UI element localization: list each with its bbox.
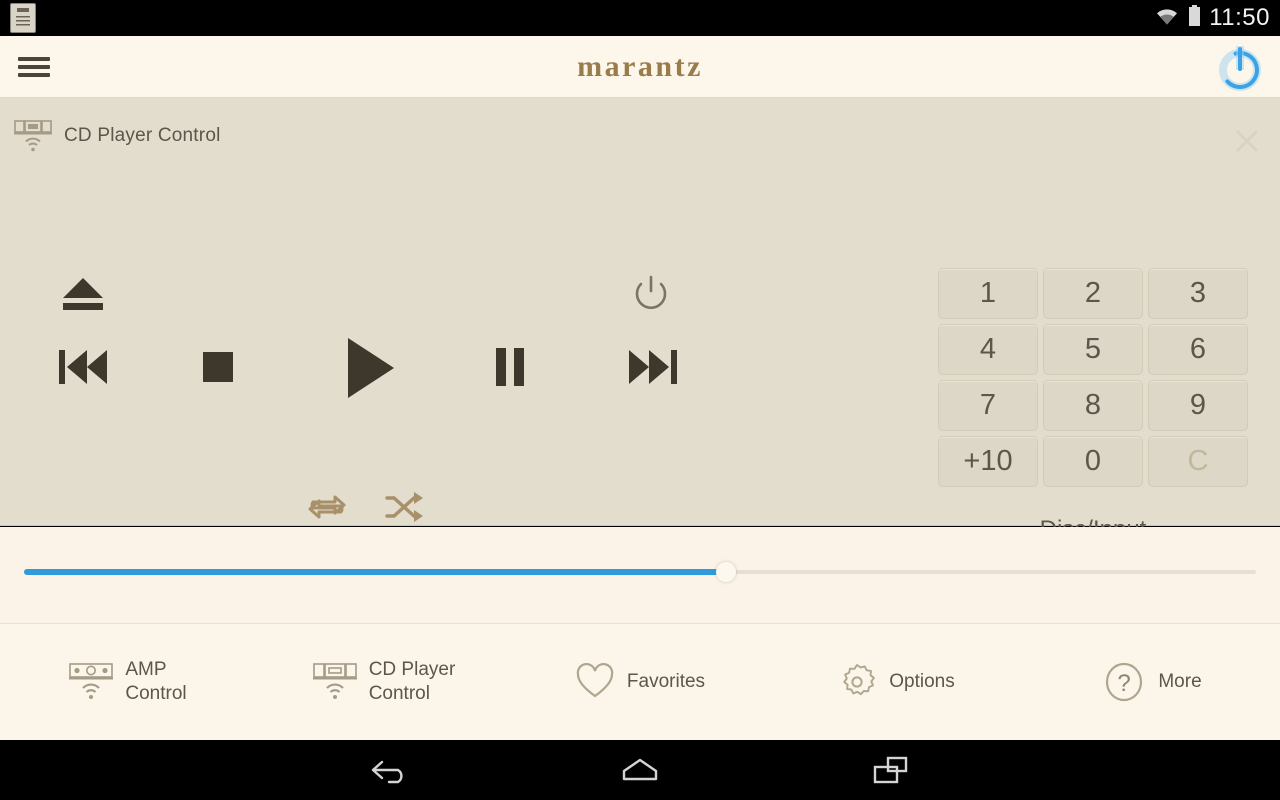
key-0[interactable]: 0 <box>1043 436 1143 487</box>
key-2[interactable]: 2 <box>1043 268 1143 319</box>
key-5[interactable]: 5 <box>1043 324 1143 375</box>
cd-player-control-panel: CD Player Control 1 2 3 4 5 6 7 8 9 +10 … <box>0 98 1280 543</box>
nav-amp-control-label: AMP Control <box>125 659 187 704</box>
close-icon[interactable] <box>1230 124 1264 158</box>
nav-more-label: More <box>1158 671 1202 693</box>
key-1[interactable]: 1 <box>938 268 1038 319</box>
slider-fill <box>24 569 727 575</box>
device-screen: 11:50 marantz CD Player Control 1 2 3 4 … <box>0 0 1280 800</box>
power-icon[interactable] <box>1214 42 1266 94</box>
eject-button[interactable] <box>55 272 111 319</box>
page-title: CD Player Control <box>64 125 221 146</box>
status-bar-right: 11:50 <box>1154 4 1280 32</box>
key-6[interactable]: 6 <box>1148 324 1248 375</box>
key-plus-10[interactable]: +10 <box>938 436 1038 487</box>
nav-favorites[interactable]: Favorites <box>512 624 768 740</box>
brand-logo: marantz <box>577 49 703 83</box>
key-9[interactable]: 9 <box>1148 380 1248 431</box>
numeric-keypad: 1 2 3 4 5 6 7 8 9 +10 0 C <box>938 268 1248 487</box>
battery-icon <box>1188 4 1201 32</box>
stop-button[interactable] <box>200 349 236 390</box>
key-clear: C <box>1148 436 1248 487</box>
key-3[interactable]: 3 <box>1148 268 1248 319</box>
recent-apps-icon[interactable] <box>855 747 925 793</box>
pause-button[interactable] <box>490 344 530 395</box>
volume-slider-section: — + <box>0 527 1280 624</box>
nav-favorites-label: Favorites <box>626 671 706 693</box>
android-status-bar: 11:50 <box>0 0 1280 36</box>
heart-icon <box>575 663 615 701</box>
amp-wifi-icon <box>69 662 114 702</box>
cd-player-wifi-icon <box>14 119 52 153</box>
question-circle-icon: ? <box>1102 660 1146 704</box>
app-header: marantz <box>0 36 1280 98</box>
cd-player-wifi-icon <box>312 662 357 702</box>
skip-next-button[interactable] <box>625 344 681 395</box>
bottom-navigation: AMP Control CD Player Control Favorites … <box>0 624 1280 740</box>
key-7[interactable]: 7 <box>938 380 1038 431</box>
status-bar-clock: 11:50 <box>1209 4 1270 31</box>
nav-amp-control[interactable]: AMP Control <box>0 624 256 740</box>
transport-controls <box>0 156 790 526</box>
gear-icon <box>837 662 877 702</box>
play-button[interactable] <box>338 334 400 407</box>
shuffle-button[interactable] <box>383 488 425 531</box>
remote-app-icon <box>10 3 36 33</box>
slider-thumb[interactable] <box>716 562 737 582</box>
svg-text:?: ? <box>1118 670 1131 697</box>
home-icon[interactable] <box>605 747 675 793</box>
wifi-icon <box>1154 6 1180 31</box>
panel-title-row: CD Player Control <box>0 114 1280 158</box>
key-4[interactable]: 4 <box>938 324 1038 375</box>
power-outline-icon[interactable] <box>630 274 672 321</box>
nav-more[interactable]: ? More <box>1024 624 1280 740</box>
key-8[interactable]: 8 <box>1043 380 1143 431</box>
nav-options-label: Options <box>889 671 955 693</box>
repeat-button[interactable] <box>305 488 349 531</box>
skip-previous-button[interactable] <box>55 344 111 395</box>
nav-cd-player-control-label: CD Player Control <box>368 659 456 704</box>
nav-options[interactable]: Options <box>768 624 1024 740</box>
android-nav-bar <box>0 740 1280 800</box>
volume-slider[interactable] <box>24 562 1256 582</box>
nav-cd-player-control[interactable]: CD Player Control <box>256 624 512 740</box>
back-icon[interactable] <box>355 747 425 793</box>
